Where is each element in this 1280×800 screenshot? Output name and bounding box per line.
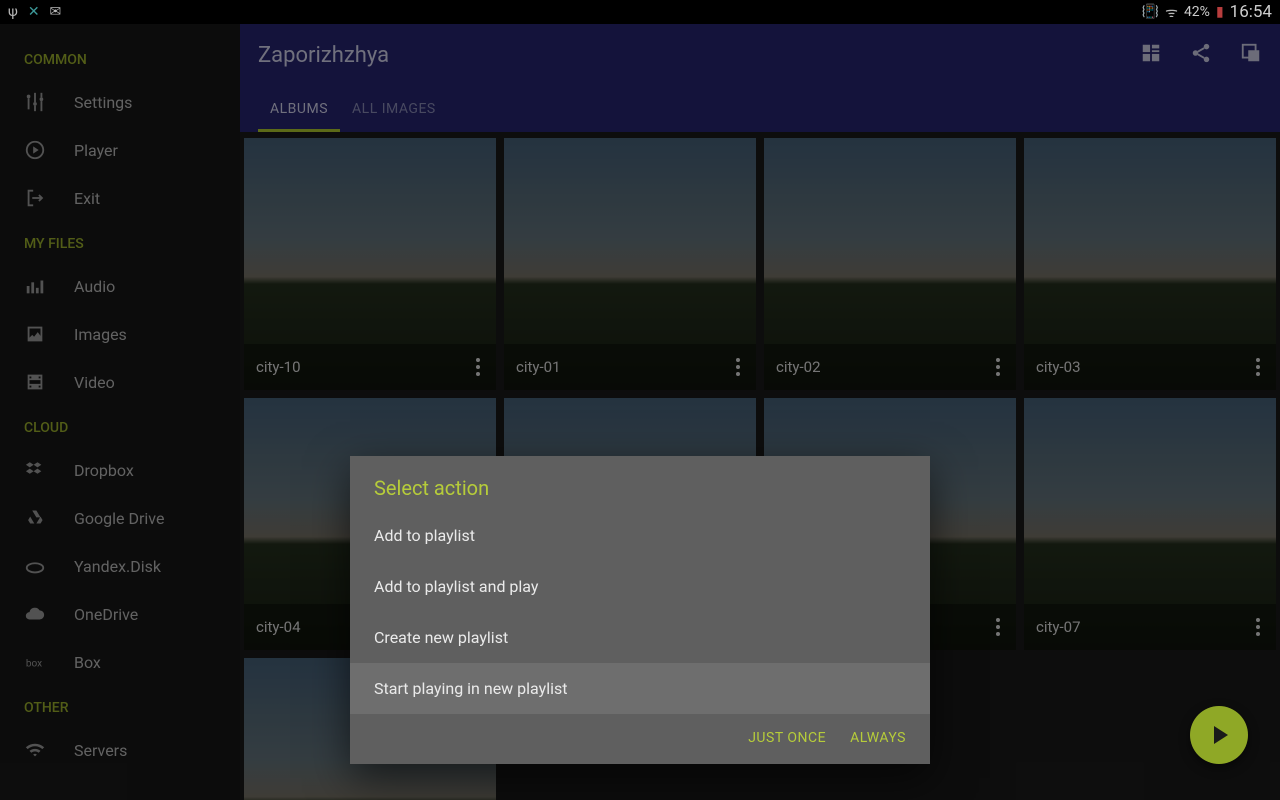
page-title: Zaporizhzhya <box>258 43 389 68</box>
usb-icon: ψ <box>8 4 18 20</box>
dialog-title: Select action <box>350 456 930 510</box>
wifi-icon: ᯤ <box>1165 3 1178 22</box>
sidebar-item-images[interactable]: Images <box>0 310 240 358</box>
exit-icon <box>24 187 46 209</box>
dialog-always[interactable]: ALWAYS <box>850 730 906 746</box>
sidebar-item-label: Google Drive <box>74 509 164 528</box>
dialog-option[interactable]: Add to playlist <box>350 510 930 561</box>
album-card[interactable]: city-03 <box>1024 138 1276 390</box>
more-icon[interactable] <box>732 354 744 380</box>
play-circle-icon <box>24 139 46 161</box>
sidebar-item-label: Box <box>74 653 101 672</box>
album-name: city-02 <box>776 358 821 376</box>
play-fab[interactable] <box>1190 706 1248 764</box>
sidebar-item-label: Images <box>74 325 127 344</box>
sidebar-item-label: Yandex.Disk <box>74 557 161 576</box>
sidebar-item-label: Settings <box>74 93 132 112</box>
sidebar-item-label: Servers <box>74 741 127 760</box>
sidebar-item-label: Dropbox <box>74 461 134 480</box>
yandex-icon <box>24 555 46 577</box>
sidebar-item-servers[interactable]: Servers <box>0 726 240 774</box>
sidebar-item-label: Player <box>74 141 118 160</box>
sliders-icon <box>24 91 46 113</box>
mail-icon: ✉ <box>50 4 62 20</box>
album-name: city-07 <box>1036 618 1081 636</box>
header: Zaporizhzhya ALBUMS ALL IMAGES <box>240 24 1280 132</box>
image-icon <box>24 323 46 345</box>
sidebar-item-yandexdisk[interactable]: Yandex.Disk <box>0 542 240 590</box>
vibrate-icon: 📳 <box>1142 4 1159 20</box>
dialog-option[interactable]: Start playing in new playlist <box>350 663 930 714</box>
sidebar-item-label: Video <box>74 373 115 392</box>
more-icon[interactable] <box>1252 354 1264 380</box>
cloud-icon <box>24 603 46 625</box>
sidebar-item-dropbox[interactable]: Dropbox <box>0 446 240 494</box>
sidebar-item-label: Audio <box>74 277 115 296</box>
sidebar: COMMON Settings Player Exit MY FILES Aud… <box>0 24 240 800</box>
dialog-option[interactable]: Create new playlist <box>350 612 930 663</box>
status-bar: ψ ✕ ✉ 📳 ᯤ 42% ▮ 16:54 <box>0 0 1280 24</box>
sidebar-item-player[interactable]: Player <box>0 126 240 174</box>
sidebar-item-settings[interactable]: Settings <box>0 78 240 126</box>
sidebar-item-box[interactable]: box Box <box>0 638 240 686</box>
svg-text:box: box <box>26 659 42 670</box>
album-name: city-01 <box>516 358 561 376</box>
more-icon[interactable] <box>472 354 484 380</box>
share-button[interactable] <box>1190 42 1212 68</box>
equalizer-icon <box>24 275 46 297</box>
dialog-option[interactable]: Add to playlist and play <box>350 561 930 612</box>
album-card[interactable]: city-10 <box>244 138 496 390</box>
album-name: city-10 <box>256 358 301 376</box>
dialog-just-once[interactable]: JUST ONCE <box>748 730 826 746</box>
sidebar-item-exit[interactable]: Exit <box>0 174 240 222</box>
battery-icon: ▮ <box>1216 4 1224 20</box>
album-card[interactable]: city-01 <box>504 138 756 390</box>
wifi-icon <box>24 739 46 761</box>
clock: 16:54 <box>1230 2 1272 22</box>
view-mode-button[interactable] <box>1140 42 1162 68</box>
section-myfiles: MY FILES <box>0 222 240 262</box>
section-other: OTHER <box>0 686 240 726</box>
section-common: COMMON <box>0 38 240 78</box>
album-card[interactable]: city-07 <box>1024 398 1276 650</box>
sidebar-item-video[interactable]: Video <box>0 358 240 406</box>
sidebar-item-onedrive[interactable]: OneDrive <box>0 590 240 638</box>
sidebar-item-audio[interactable]: Audio <box>0 262 240 310</box>
select-button[interactable] <box>1240 42 1262 68</box>
tab-albums[interactable]: ALBUMS <box>258 87 340 132</box>
film-icon <box>24 371 46 393</box>
dropbox-icon <box>24 459 46 481</box>
album-name: city-04 <box>256 618 301 636</box>
app-icon: ✕ <box>28 4 40 20</box>
album-card[interactable]: city-02 <box>764 138 1016 390</box>
section-cloud: CLOUD <box>0 406 240 446</box>
more-icon[interactable] <box>992 354 1004 380</box>
battery-pct: 42% <box>1184 4 1210 20</box>
sidebar-item-label: OneDrive <box>74 605 138 624</box>
box-icon: box <box>24 651 46 673</box>
more-icon[interactable] <box>992 614 1004 640</box>
googledrive-icon <box>24 507 46 529</box>
more-icon[interactable] <box>1252 614 1264 640</box>
sidebar-item-label: Exit <box>74 189 100 208</box>
album-name: city-03 <box>1036 358 1081 376</box>
tab-all-images[interactable]: ALL IMAGES <box>340 87 448 132</box>
select-action-dialog: Select action Add to playlistAdd to play… <box>350 456 930 764</box>
sidebar-item-googledrive[interactable]: Google Drive <box>0 494 240 542</box>
